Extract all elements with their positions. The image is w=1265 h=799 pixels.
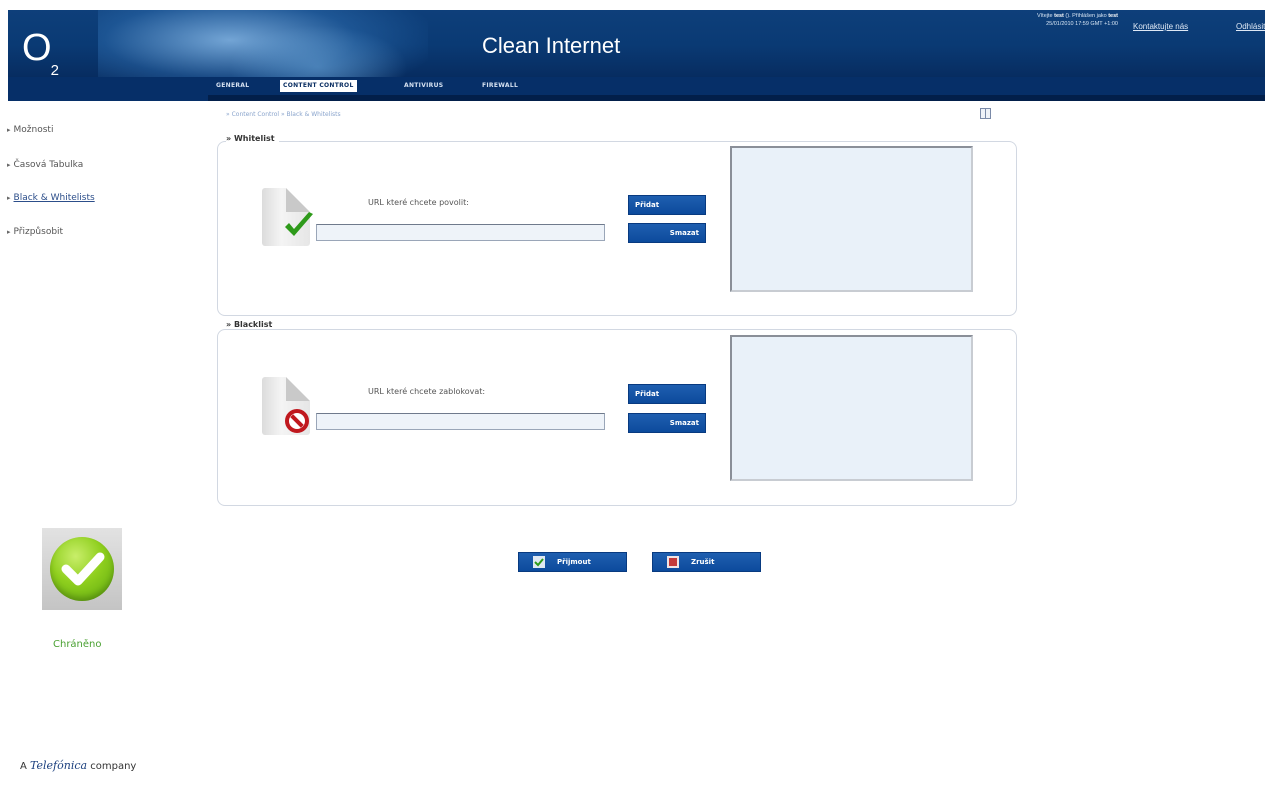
sidebar-item-label: Přizpůsobit xyxy=(13,227,64,237)
cancel-button-label: Zrušit xyxy=(691,558,715,566)
accept-button-label: Přijmout xyxy=(557,558,591,566)
protected-status-circle xyxy=(50,537,114,601)
whitelist-legend: » Whitelist xyxy=(226,134,279,143)
blacklist-legend: » Blacklist xyxy=(226,320,277,329)
bullet-icon: ▸ xyxy=(7,161,11,169)
help-icon[interactable] xyxy=(980,108,991,119)
app-window: O2 Clean Internet Vítejte test (). Přihl… xyxy=(0,0,1265,799)
app-title: Clean Internet xyxy=(482,33,621,58)
sidebar-item-schedule[interactable]: ▸ Časová Tabulka xyxy=(7,160,83,170)
cancel-button[interactable]: Zrušit xyxy=(652,552,761,572)
telefonica-brand: A Telefónica company xyxy=(20,759,137,772)
nav-underline xyxy=(208,95,1265,101)
sidebar-item-label: Možnosti xyxy=(13,125,54,135)
tab-firewall[interactable]: FIREWALL xyxy=(482,80,518,92)
sidebar-item-label: Časová Tabulka xyxy=(13,160,84,170)
user-info: Vítejte test (). Přihlášen jako test 25/… xyxy=(1036,13,1118,27)
contact-link[interactable]: Kontaktujte nás xyxy=(1133,22,1188,31)
bullet-icon: ▸ xyxy=(7,126,11,134)
blacklist-field-label: URL které chcete zablokovat: xyxy=(368,387,486,396)
o2-logo: O2 xyxy=(22,27,59,79)
breadcrumb[interactable]: » Content Control » Black & Whitelists xyxy=(226,111,341,118)
cancel-icon xyxy=(667,556,679,568)
header-banner: O2 Clean Internet Vítejte test (). Přihl… xyxy=(8,10,1265,87)
tab-general[interactable]: GENERAL xyxy=(216,80,249,92)
sidebar-item-options[interactable]: ▸ Možnosti xyxy=(7,125,53,135)
sidebar-item-label: Black & Whitelists xyxy=(13,193,95,203)
whitelist-field-label: URL které chcete povolit: xyxy=(368,198,469,207)
logout-link[interactable]: Odhlásit xyxy=(1236,22,1265,31)
blacklist-listbox[interactable] xyxy=(730,335,973,481)
whitelist-delete-button[interactable]: Smazat xyxy=(628,223,706,243)
check-icon xyxy=(285,212,313,236)
blacklist-add-button[interactable]: Přidat xyxy=(628,384,706,404)
protected-check-icon xyxy=(61,552,105,586)
whitelist-listbox[interactable] xyxy=(730,146,973,292)
accept-button[interactable]: Přijmout xyxy=(518,552,627,572)
whitelist-add-button[interactable]: Přidat xyxy=(628,195,706,215)
bullet-icon: ▸ xyxy=(7,194,11,202)
tab-antivirus[interactable]: ANTIVIRUS xyxy=(404,80,443,92)
whitelist-url-input[interactable] xyxy=(316,224,605,241)
tab-content-control[interactable]: CONTENT CONTROL xyxy=(280,80,357,92)
sidebar-item-black-whitelists[interactable]: ▸ Black & Whitelists xyxy=(7,193,95,203)
protection-status-text: Chráněno xyxy=(53,639,102,650)
blacklist-url-input[interactable] xyxy=(316,413,605,430)
sidebar-item-customize[interactable]: ▸ Přizpůsobit xyxy=(7,227,63,237)
bullet-icon: ▸ xyxy=(7,228,11,236)
telefonica-logo: Telefónica xyxy=(30,759,88,772)
accept-icon xyxy=(533,556,545,568)
protection-status-tile xyxy=(42,528,122,610)
no-entry-icon xyxy=(285,409,309,433)
blacklist-delete-button[interactable]: Smazat xyxy=(628,413,706,433)
top-navigation: GENERAL CONTENT CONTROL ANTIVIRUS FIREWA… xyxy=(8,77,1265,101)
